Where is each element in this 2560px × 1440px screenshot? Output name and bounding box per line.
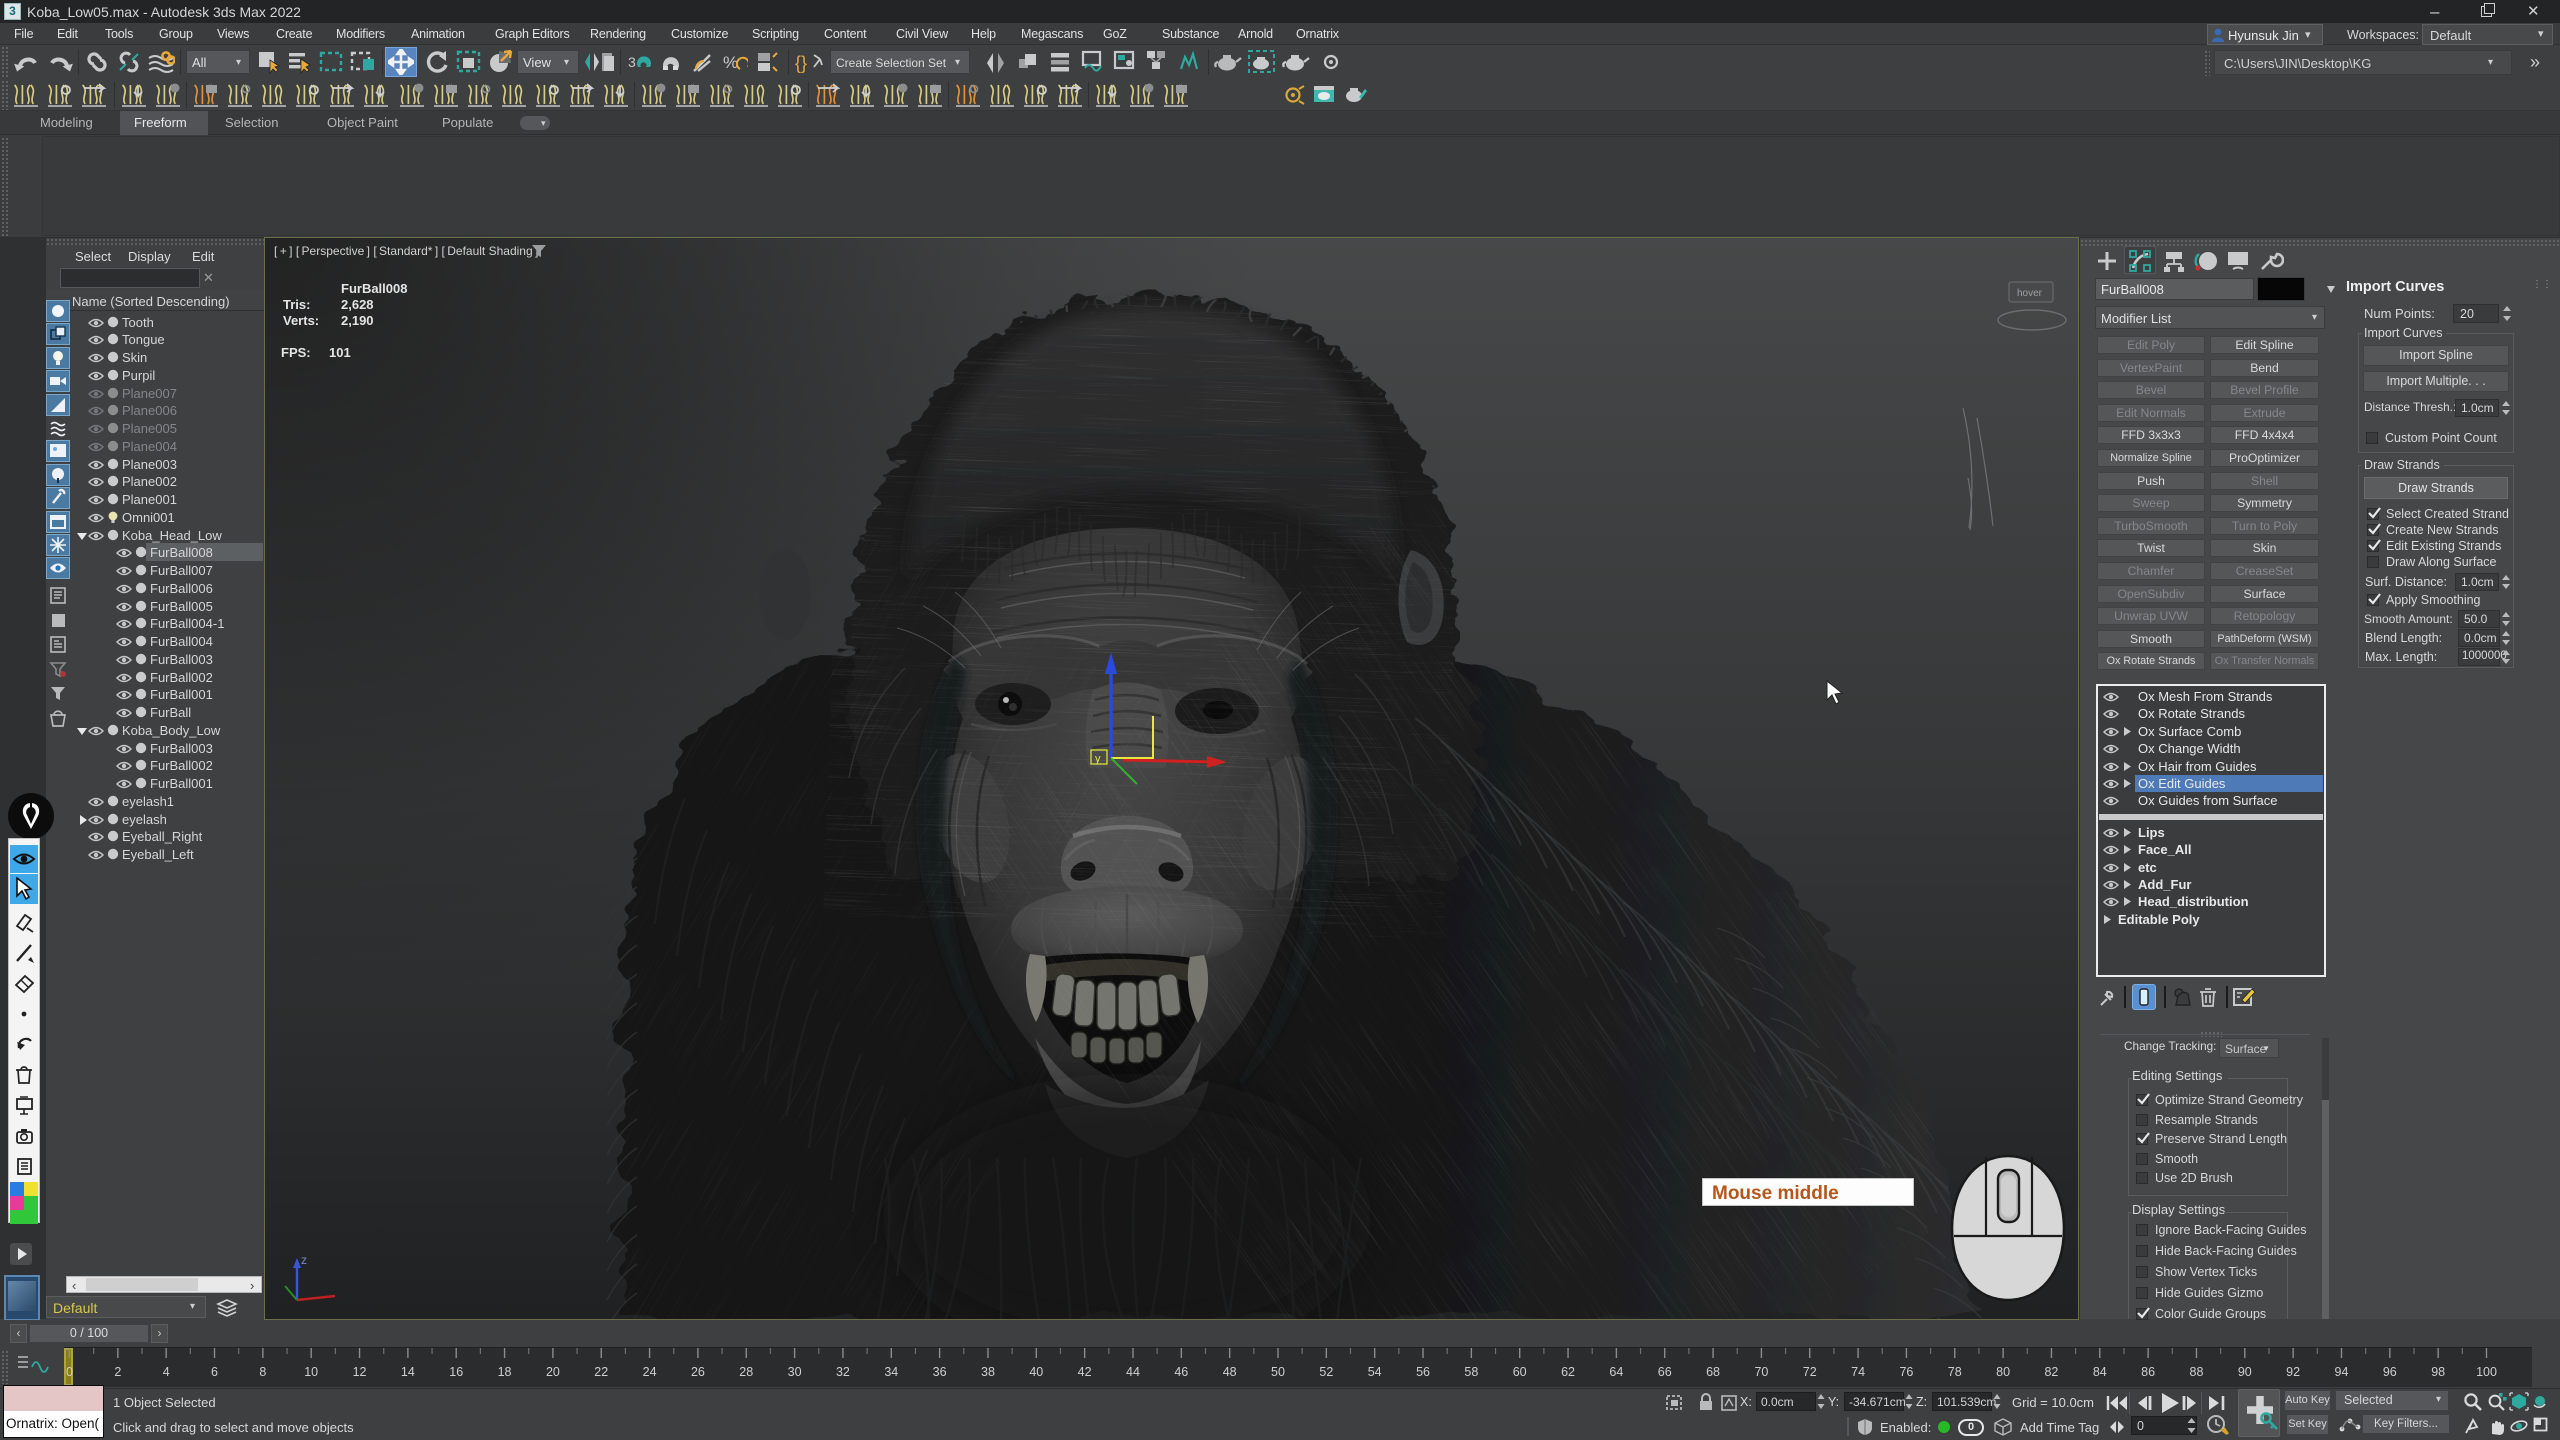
svg-text:30: 30 (788, 1365, 802, 1379)
svg-text:18: 18 (498, 1365, 512, 1379)
svg-text:40: 40 (1029, 1365, 1043, 1379)
svg-text:14: 14 (401, 1365, 415, 1379)
svg-text:10: 10 (304, 1365, 318, 1379)
svg-text:88: 88 (2190, 1365, 2204, 1379)
svg-text:98: 98 (2431, 1365, 2445, 1379)
svg-text:42: 42 (1078, 1365, 1092, 1379)
svg-text:44: 44 (1126, 1365, 1140, 1379)
svg-text:58: 58 (1464, 1365, 1478, 1379)
svg-text:82: 82 (2044, 1365, 2058, 1379)
svg-text:z: z (301, 1253, 307, 1267)
svg-text:80: 80 (1996, 1365, 2010, 1379)
svg-text:16: 16 (449, 1365, 463, 1379)
svg-text:92: 92 (2286, 1365, 2300, 1379)
svg-text:96: 96 (2383, 1365, 2397, 1379)
svg-text:66: 66 (1658, 1365, 1672, 1379)
svg-text:76: 76 (1899, 1365, 1913, 1379)
svg-text:%: % (723, 53, 738, 72)
svg-text:8: 8 (259, 1365, 266, 1379)
svg-text:100: 100 (2476, 1365, 2497, 1379)
svg-text:22: 22 (594, 1365, 608, 1379)
svg-text:46: 46 (1174, 1365, 1188, 1379)
svg-text:hover: hover (2017, 288, 2043, 299)
svg-text:52: 52 (1319, 1365, 1333, 1379)
svg-text:24: 24 (643, 1365, 657, 1379)
svg-text:60: 60 (1513, 1365, 1527, 1379)
svg-text:74: 74 (1851, 1365, 1865, 1379)
svg-text:28: 28 (739, 1365, 753, 1379)
svg-text:6: 6 (211, 1365, 218, 1379)
svg-text:34: 34 (884, 1365, 898, 1379)
svg-text:78: 78 (1948, 1365, 1962, 1379)
svg-text:48: 48 (1223, 1365, 1237, 1379)
svg-text:26: 26 (691, 1365, 705, 1379)
svg-text:64: 64 (1609, 1365, 1623, 1379)
svg-text:38: 38 (981, 1365, 995, 1379)
svg-text:2: 2 (114, 1365, 121, 1379)
svg-text:70: 70 (1754, 1365, 1768, 1379)
svg-text:{}: {} (795, 53, 807, 73)
svg-text:72: 72 (1803, 1365, 1817, 1379)
svg-text:86: 86 (2141, 1365, 2155, 1379)
svg-text:50: 50 (1271, 1365, 1285, 1379)
svg-text:12: 12 (353, 1365, 367, 1379)
svg-text:54: 54 (1368, 1365, 1382, 1379)
svg-text:36: 36 (933, 1365, 947, 1379)
svg-text:56: 56 (1416, 1365, 1430, 1379)
svg-text:94: 94 (2335, 1365, 2349, 1379)
svg-text:4: 4 (163, 1365, 170, 1379)
svg-text:0: 0 (66, 1365, 73, 1379)
svg-text:20: 20 (546, 1365, 560, 1379)
svg-text:68: 68 (1706, 1365, 1720, 1379)
svg-text:84: 84 (2093, 1365, 2107, 1379)
svg-text:62: 62 (1561, 1365, 1575, 1379)
svg-text:y: y (1095, 753, 1101, 765)
svg-text:90: 90 (2238, 1365, 2252, 1379)
svg-text:32: 32 (836, 1365, 850, 1379)
svg-text:3: 3 (628, 54, 636, 70)
